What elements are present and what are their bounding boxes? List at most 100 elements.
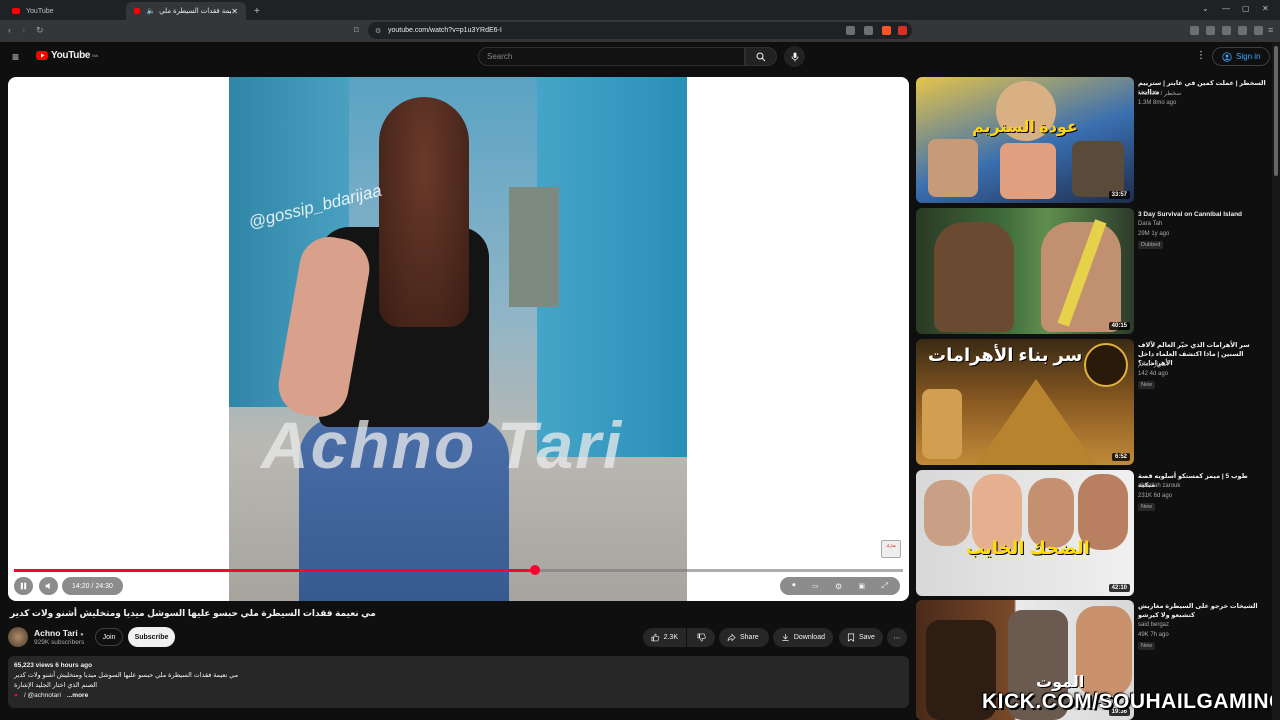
video-scene-person xyxy=(273,97,509,601)
dislike-button[interactable] xyxy=(687,628,715,647)
video-frame: @gossip_bdarijaa Achno Tari xyxy=(229,77,687,601)
minimize-icon[interactable]: — xyxy=(1222,4,1230,13)
channel-avatar[interactable] xyxy=(8,627,28,647)
share-icon xyxy=(727,633,736,642)
volume-icon xyxy=(45,582,50,590)
more-actions-button[interactable]: ⋯ xyxy=(887,628,907,647)
extensions-icon[interactable] xyxy=(1238,26,1247,35)
tab-label: YouTube xyxy=(26,7,54,15)
recommendation-item[interactable]: الضحك الخايب 42:10 طوب 5 | ميمز كمستكو أ… xyxy=(916,470,1270,596)
bookmark-save-icon xyxy=(847,633,855,642)
kick-overlay-text: KICK.COM/SOUHAILGAMING xyxy=(982,690,1280,713)
voice-search-button[interactable] xyxy=(784,46,805,67)
recommendation-thumbnail[interactable]: سر بناء الأهرامات 6:52 xyxy=(916,339,1134,465)
menu-icon[interactable]: ≡ xyxy=(12,50,19,64)
recommendation-thumbnail[interactable]: عودة الستريم 33:57 xyxy=(916,77,1134,203)
more-options-icon[interactable]: ⋮ xyxy=(1196,50,1206,61)
recommendation-item[interactable]: سر بناء الأهرامات 6:52 سر الأهرامات الذي… xyxy=(916,339,1270,465)
subscribe-button[interactable]: Subscribe xyxy=(128,627,175,647)
video-player[interactable]: @gossip_bdarijaa Achno Tari شارك 14:20 /… xyxy=(8,77,909,601)
thumbs-down-icon xyxy=(697,633,706,642)
cast-icon[interactable] xyxy=(864,26,873,35)
scrollbar-thumb[interactable] xyxy=(1274,46,1278,176)
thumbs-up-icon xyxy=(651,633,660,642)
video-title: مي نعيمة فقدات السيطرة ملي حبسو عليها ال… xyxy=(10,608,376,618)
thumb-face xyxy=(1076,606,1132,696)
video-duration: 6:52 xyxy=(1111,453,1130,461)
recommendation-stats: 142 4d ago xyxy=(1138,371,1169,377)
miniplayer-icon[interactable]: ▣ xyxy=(858,582,865,590)
pause-button[interactable] xyxy=(14,577,33,595)
channel-watermark-logo[interactable]: شارك xyxy=(881,540,901,558)
settings-icon[interactable]: ⚙ xyxy=(835,582,842,591)
sign-in-button[interactable]: Sign in xyxy=(1212,47,1271,66)
tab-search-icon[interactable]: ⌄ xyxy=(1202,4,1209,13)
progress-bar[interactable] xyxy=(14,565,903,575)
recommendation-channel[interactable]: Dara Tah xyxy=(1138,221,1162,227)
recommendation-item[interactable]: 40:15 3 Day Survival on Cannibal Island … xyxy=(916,208,1270,334)
bookmark-icon[interactable]: ⌑ xyxy=(354,25,359,36)
url-text: youtube.com/watch?v=p1u3YRdE6-I xyxy=(388,27,502,34)
recommendation-thumbnail[interactable]: 40:15 xyxy=(916,208,1134,334)
recommendation-channel[interactable]: أسرار العالم xyxy=(1138,361,1168,368)
close-tab-icon[interactable]: ✕ xyxy=(231,7,238,16)
close-window-icon[interactable]: ✕ xyxy=(1262,4,1269,13)
save-button[interactable]: Save xyxy=(839,628,883,647)
wallet-icon[interactable] xyxy=(1222,26,1231,35)
recommendation-channel[interactable]: said bergaz xyxy=(1138,622,1169,628)
reading-list-icon[interactable] xyxy=(1206,26,1215,35)
share-button[interactable]: Share xyxy=(719,628,769,647)
search-input[interactable]: Search xyxy=(478,47,745,66)
channel-handle-link[interactable]: / @achnotari xyxy=(24,691,61,701)
save-label: Save xyxy=(859,634,875,641)
browser-menu-icon[interactable]: ≡ xyxy=(1268,25,1273,35)
channel-name[interactable]: Achno Tari ● xyxy=(34,628,84,638)
recommendation-channel[interactable]: abdellah zarouk xyxy=(1138,483,1180,489)
recommendation-item[interactable]: عودة الستريم 33:57 السخطر | عملت كمين في… xyxy=(916,77,1270,203)
youtube-logo[interactable]: YouTube MA xyxy=(36,50,98,61)
progress-scrubber[interactable] xyxy=(529,565,540,575)
description-box[interactable]: 65,223 views 6 hours ago مي نعيمة فقدات … xyxy=(8,656,909,708)
sign-in-label: Sign in xyxy=(1236,52,1261,61)
sidebar-toggle-icon[interactable] xyxy=(1190,26,1199,35)
forward-icon[interactable]: › xyxy=(22,25,25,35)
brave-rewards-icon[interactable] xyxy=(898,26,907,35)
description-line-2: الصنم الذي اختار الجليد الإشارة xyxy=(14,682,98,689)
join-button[interactable]: Join xyxy=(95,628,123,646)
recommendation-thumbnail[interactable]: الضحك الخايب 42:10 xyxy=(916,470,1134,596)
thumbnail-text: الموت xyxy=(1036,674,1085,691)
translate-icon[interactable] xyxy=(846,26,855,35)
site-info-icon[interactable]: ⚙ xyxy=(375,27,381,35)
recommendation-title[interactable]: الشيخات خرجو على السيطرة مغاربش كتشبعو و… xyxy=(1138,602,1266,620)
download-button[interactable]: Download xyxy=(773,628,833,647)
tab-video[interactable]: 🔈 مي نعيمة فقدات السيطرة ملي ✕ xyxy=(126,2,246,20)
like-count: 2.3K xyxy=(663,634,678,641)
subtitles-icon[interactable]: ▭ xyxy=(812,582,819,590)
recommendation-channel[interactable]: Mostafz / سخطر xyxy=(1138,90,1181,97)
thumb-face xyxy=(924,480,970,546)
person-hair xyxy=(379,97,469,327)
brave-shield-icon[interactable] xyxy=(882,26,891,35)
page-scrollbar[interactable] xyxy=(1272,42,1280,720)
recommendation-stats: 29M 1y ago xyxy=(1138,231,1170,237)
recommendation-title[interactable]: 3 Day Survival on Cannibal Island xyxy=(1138,210,1266,219)
download-icon xyxy=(782,633,789,641)
channel-name-text: Achno Tari xyxy=(34,628,78,638)
volume-button[interactable] xyxy=(39,577,58,595)
show-more-link[interactable]: ...more xyxy=(67,691,88,701)
back-icon[interactable]: ‹ xyxy=(8,25,11,35)
account-icon xyxy=(1222,51,1232,62)
youtube-header: ≡ YouTube MA Search ⋮ Sign in xyxy=(0,42,1280,72)
vpn-icon[interactable] xyxy=(1254,26,1263,35)
like-button[interactable]: 2.3K xyxy=(643,628,686,647)
fullscreen-icon[interactable]: ⤢ xyxy=(881,581,887,591)
search-button[interactable] xyxy=(745,47,777,66)
new-tab-button[interactable]: + xyxy=(250,2,266,20)
address-bar[interactable]: ⚙ youtube.com/watch?v=p1u3YRdE6-I xyxy=(368,22,912,39)
tab-youtube[interactable]: YouTube xyxy=(4,2,122,20)
autoplay-toggle-icon[interactable]: ⏺ xyxy=(792,582,796,590)
reload-icon[interactable]: ↻ xyxy=(36,25,44,36)
maximize-icon[interactable]: ▢ xyxy=(1242,4,1250,13)
description-line-1: مي نعيمة فقدات السيطرة ملي حبسو عليها ال… xyxy=(14,672,239,679)
thumbnail-text: عودة الستريم xyxy=(972,119,1078,136)
